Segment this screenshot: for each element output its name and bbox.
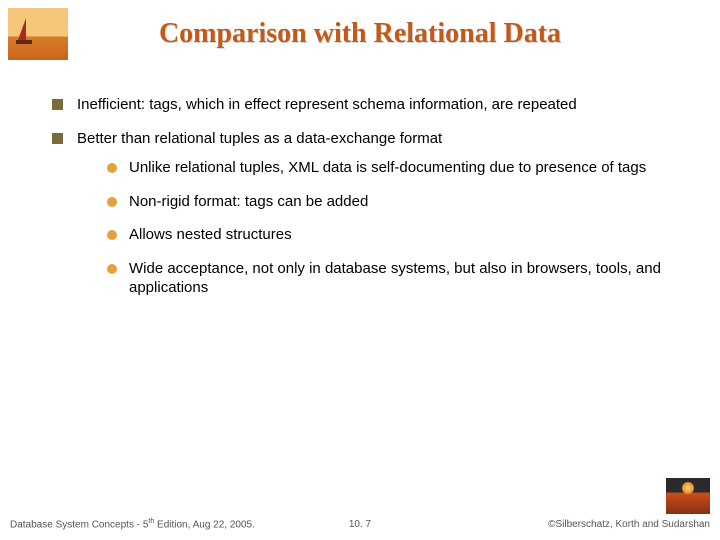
footer-slide-number: 10. 7 [349,519,371,530]
bullet-text-span: Better than relational tuples as a data-… [77,130,442,147]
slide-content: Inefficient: tags, which in effect repre… [52,95,680,326]
bullet-text: Better than relational tuples as a data-… [77,129,680,312]
slide-footer: Database System Concepts - 5th Edition, … [10,518,710,530]
sub-bullet-text: Non-rigid format: tags can be added [129,192,680,212]
dot-bullet-icon [107,264,117,274]
slide-title: Comparison with Relational Data [0,18,720,50]
bullet-level1: Better than relational tuples as a data-… [52,129,680,312]
dot-bullet-icon [107,163,117,173]
square-bullet-icon [52,99,63,110]
bullet-level2: Unlike relational tuples, XML data is se… [107,158,680,178]
footer-left-suffix: Edition, Aug 22, 2005. [154,519,255,530]
bullet-level2: Wide acceptance, not only in database sy… [107,259,680,298]
square-bullet-icon [52,133,63,144]
sub-bullet-text: Allows nested structures [129,225,680,245]
footer-copyright: ©Silberschatz, Korth and Sudarshan [548,519,710,530]
bullet-text: Inefficient: tags, which in effect repre… [77,95,680,115]
sub-bullet-text: Unlike relational tuples, XML data is se… [129,158,680,178]
bullet-level2: Allows nested structures [107,225,680,245]
sub-bullet-list: Unlike relational tuples, XML data is se… [107,158,680,298]
dot-bullet-icon [107,230,117,240]
footer-left-prefix: Database System Concepts - 5 [10,519,148,530]
dot-bullet-icon [107,197,117,207]
bullet-level1: Inefficient: tags, which in effect repre… [52,95,680,115]
footer-left: Database System Concepts - 5th Edition, … [10,518,255,530]
sub-bullet-text: Wide acceptance, not only in database sy… [129,259,680,298]
bullet-level2: Non-rigid format: tags can be added [107,192,680,212]
logo-bottom-right [666,478,710,514]
